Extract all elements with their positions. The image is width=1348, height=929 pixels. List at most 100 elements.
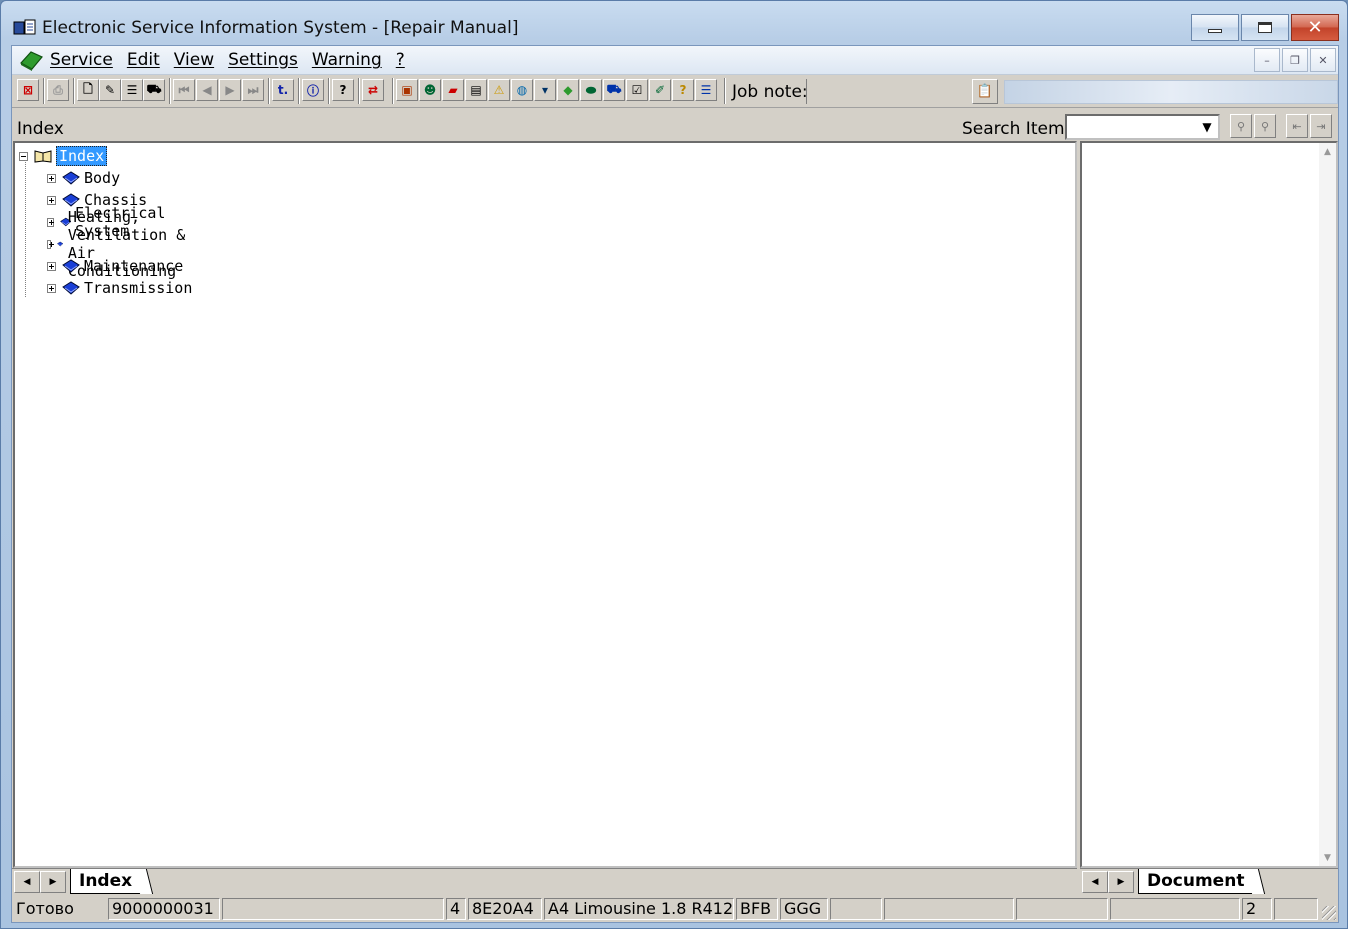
status-model: A4 Limousine 1.8 R412 xyxy=(544,898,734,920)
status-empty-2 xyxy=(830,898,882,920)
search-item-combobox[interactable]: ▼ xyxy=(1065,114,1220,140)
vehicle-icon[interactable]: ⬬ xyxy=(580,79,602,101)
tree-item-hvac[interactable]: Heating, Ventilation & Air Conditioning xyxy=(47,208,192,280)
book-icon xyxy=(57,241,64,247)
menu-warning[interactable]: Warning xyxy=(312,50,382,70)
exit-icon[interactable]: ⊠ xyxy=(17,79,39,101)
maximize-button[interactable] xyxy=(1241,14,1289,41)
index-tree-pane[interactable]: Index Body Chassis Electrical System Hea… xyxy=(13,141,1077,868)
mdi-minimize-button[interactable]: – xyxy=(1254,48,1280,72)
tab-document[interactable]: Document xyxy=(1138,869,1255,894)
tree-item-label[interactable]: Body xyxy=(84,169,120,187)
status-code: 8E20A4 xyxy=(468,898,542,920)
search-clear-icon[interactable]: ⚲ xyxy=(1254,114,1276,138)
job-note-label: Job note: xyxy=(732,82,808,102)
toolbar-separator xyxy=(268,78,270,104)
green-book-icon[interactable]: ◆ xyxy=(557,79,579,101)
resize-grip-icon[interactable] xyxy=(1322,906,1336,920)
truck-icon[interactable]: ⛟ xyxy=(603,79,625,101)
toolbar-separator xyxy=(73,78,75,104)
job-note-input[interactable] xyxy=(806,79,966,104)
tree-item-maintenance[interactable]: Maintenance xyxy=(47,256,183,276)
print-icon[interactable]: ⎙ xyxy=(47,79,69,101)
expand-icon[interactable] xyxy=(47,217,54,227)
expand-icon[interactable] xyxy=(47,239,55,249)
info-icon[interactable]: ⓘ xyxy=(302,79,324,101)
status-empty-3 xyxy=(884,898,1014,920)
tab-index[interactable]: Index xyxy=(70,869,143,894)
edit-book-icon[interactable]: ✐ xyxy=(649,79,671,101)
parts-icon[interactable]: ▣ xyxy=(396,79,418,101)
help-icon[interactable]: ? xyxy=(332,79,354,101)
menu-edit[interactable]: Edit xyxy=(127,50,160,70)
expand-icon[interactable] xyxy=(47,173,56,183)
checklist-icon[interactable]: ☑ xyxy=(626,79,648,101)
previous-page-icon[interactable]: ◀ xyxy=(196,79,218,101)
collapse-icon[interactable]: ⇤ xyxy=(1286,114,1308,138)
tree-item-body[interactable]: Body xyxy=(47,168,120,188)
status-empty-4 xyxy=(1016,898,1108,920)
tree-root-label[interactable]: Index xyxy=(56,146,108,166)
toolbar-separator xyxy=(392,78,394,104)
book-icon xyxy=(62,171,80,185)
expand-icon[interactable] xyxy=(47,283,56,293)
tab-scroll-right-icon[interactable]: ▶ xyxy=(40,871,66,893)
document-scrollbar[interactable]: ▲ ▼ xyxy=(1319,143,1336,866)
expand-icon[interactable] xyxy=(47,261,56,271)
question-book-icon[interactable]: ? xyxy=(672,79,694,101)
clipboard-icon: 📋 xyxy=(976,84,994,99)
close-button[interactable]: ✕ xyxy=(1291,14,1339,41)
collapse-icon[interactable] xyxy=(19,151,28,161)
tree-item-transmission[interactable]: Transmission xyxy=(47,278,192,298)
tree-item-label[interactable]: Maintenance xyxy=(84,257,183,275)
globe-icon[interactable]: ◍ xyxy=(511,79,533,101)
expand-icon[interactable]: ⇥ xyxy=(1310,114,1332,138)
status-engine: BFB xyxy=(736,898,778,920)
menu-help[interactable]: ? xyxy=(396,50,405,70)
tab-scroll-left-icon[interactable]: ◀ xyxy=(1082,871,1108,893)
bucket-icon[interactable]: ▾ xyxy=(534,79,556,101)
tab-scroll-left-icon[interactable]: ◀ xyxy=(14,871,40,893)
jump-to-icon[interactable]: t. xyxy=(272,79,294,101)
title-bar[interactable]: Electronic Service Information System - … xyxy=(1,1,1347,45)
job-note-button[interactable]: 📋 xyxy=(972,79,998,104)
document-pane[interactable]: ▲ ▼ xyxy=(1080,141,1338,868)
new-document-icon[interactable]: 🗋 xyxy=(77,79,99,101)
menu-service[interactable]: Service xyxy=(50,50,113,70)
mdi-restore-button[interactable]: ❐ xyxy=(1282,48,1308,72)
document-list-icon[interactable]: ☰ xyxy=(121,79,143,101)
index-tabstrip: ◀ ▶ Index xyxy=(12,868,1077,894)
scroll-down-icon[interactable]: ▼ xyxy=(1319,849,1336,866)
toolbar-separator xyxy=(169,78,171,104)
mechanic-icon[interactable]: ☻ xyxy=(419,79,441,101)
tab-scroll-right-icon[interactable]: ▶ xyxy=(1108,871,1134,893)
red-book-icon[interactable]: ▰ xyxy=(442,79,464,101)
toolbar-separator xyxy=(724,78,726,104)
car-icon[interactable]: ⛟ xyxy=(143,79,165,101)
minimize-button[interactable] xyxy=(1191,14,1239,41)
status-page: 2 xyxy=(1242,898,1272,920)
edit-document-icon[interactable]: ✎ xyxy=(99,79,121,101)
status-state: Готово xyxy=(16,899,74,918)
search-person-icon[interactable]: ⚲ xyxy=(1230,114,1252,138)
warning-icon[interactable]: ⚠ xyxy=(488,79,510,101)
tree-item-label[interactable]: Transmission xyxy=(84,279,192,297)
tree-root[interactable]: Index xyxy=(19,146,108,166)
notes-icon[interactable]: ▤ xyxy=(465,79,487,101)
expand-icon[interactable] xyxy=(47,195,56,205)
mdi-close-button[interactable]: ✕ xyxy=(1310,48,1336,72)
chevron-down-icon[interactable]: ▼ xyxy=(1198,118,1216,136)
toolbar-spacer xyxy=(1004,80,1338,104)
swap-icon[interactable]: ⇄ xyxy=(362,79,384,101)
first-page-icon[interactable]: ⏮ xyxy=(173,79,195,101)
menu-view[interactable]: View xyxy=(174,50,214,70)
service-logo-icon[interactable] xyxy=(18,49,44,71)
tree-connector xyxy=(25,157,26,297)
scroll-up-icon[interactable]: ▲ xyxy=(1319,143,1336,160)
last-page-icon[interactable]: ⏭ xyxy=(242,79,264,101)
database-icon[interactable]: ☰ xyxy=(695,79,717,101)
next-page-icon[interactable]: ▶ xyxy=(219,79,241,101)
close-icon: ✕ xyxy=(1307,17,1323,38)
index-pane-label: Index xyxy=(17,119,64,139)
menu-settings[interactable]: Settings xyxy=(228,50,298,70)
